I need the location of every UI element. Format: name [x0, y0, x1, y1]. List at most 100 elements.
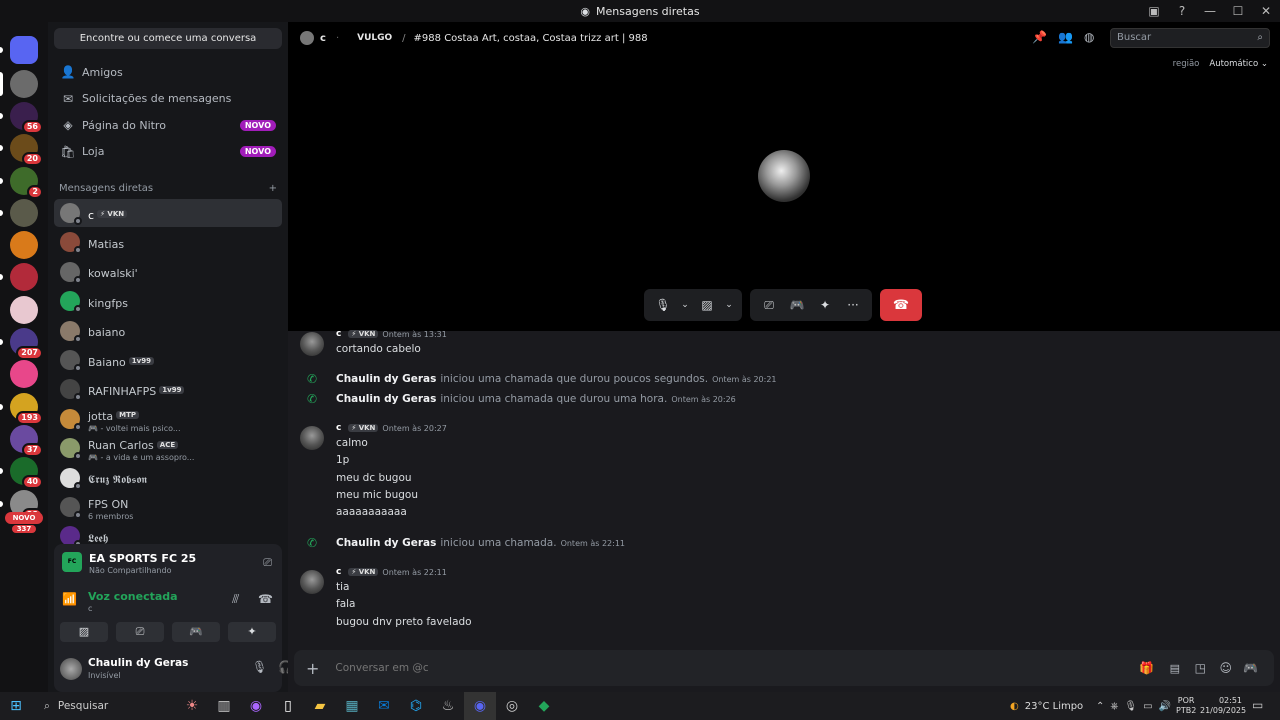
- server-icon[interactable]: 2: [10, 167, 43, 199]
- camera-off-icon[interactable]: ▨: [694, 292, 720, 318]
- steam-icon[interactable]: ♨: [432, 692, 464, 720]
- microphone-icon[interactable]: 🎙: [252, 660, 267, 674]
- soundboard-button[interactable]: ✦: [228, 622, 276, 642]
- discord-taskbar-icon[interactable]: ◉: [464, 692, 496, 720]
- dm-item[interactable]: Ruan Carlos ACE 🎮 - a vida e um assopro...: [54, 434, 282, 462]
- soundboard-icon[interactable]: ✦: [812, 292, 838, 318]
- dm-item[interactable]: c ⚡ VKN: [54, 199, 282, 227]
- server-icon[interactable]: [10, 70, 38, 98]
- search-input[interactable]: Buscar ⌕: [1110, 28, 1270, 48]
- add-attachment-icon[interactable]: +: [306, 659, 319, 678]
- more-icon[interactable]: ···: [840, 292, 866, 318]
- message-author[interactable]: c: [336, 567, 341, 577]
- pin-icon[interactable]: 📌: [1032, 30, 1047, 44]
- weather-widget[interactable]: ◐ 23°C Limpo: [1010, 692, 1083, 720]
- clock[interactable]: 02:51 21/09/2025: [1200, 696, 1246, 716]
- message-avatar[interactable]: [300, 570, 324, 594]
- find-conversation-button[interactable]: Encontre ou comece uma conversa: [54, 28, 282, 49]
- emoji-icon[interactable]: ☺: [1219, 661, 1232, 675]
- server-icon[interactable]: [10, 199, 38, 227]
- server-icon[interactable]: 193: [10, 393, 43, 425]
- browser-icon[interactable]: ◎: [496, 692, 528, 720]
- nav-item-message-requests[interactable]: ✉ Solicitações de mensagens: [54, 87, 282, 111]
- language-indicator[interactable]: POR PTB2: [1176, 696, 1196, 716]
- notifications-icon[interactable]: ▭: [1252, 698, 1263, 712]
- chevron-down-icon[interactable]: ⌄: [722, 292, 736, 318]
- windows-start-icon[interactable]: ⊞: [0, 692, 32, 720]
- server-icon[interactable]: 37: [10, 425, 43, 457]
- user-name[interactable]: Chaulin dy Geras: [88, 657, 188, 669]
- message-author[interactable]: c: [336, 423, 341, 433]
- volume-icon[interactable]: 🔊: [1159, 701, 1171, 712]
- new-servers-indicator[interactable]: NOVO 337: [5, 512, 43, 533]
- nav-item-nitro[interactable]: ◈ Página do Nitro NOVO: [54, 113, 282, 137]
- task-view-icon[interactable]: ▥: [208, 692, 240, 720]
- region-select[interactable]: Automático ⌄: [1209, 59, 1268, 69]
- noise-suppression-icon[interactable]: ⫻: [232, 592, 239, 607]
- call-author[interactable]: Chaulin dy Geras: [336, 537, 436, 549]
- dm-item[interactable]: FPS ON 6 membros: [54, 493, 282, 521]
- voice-connected[interactable]: Voz conectada: [88, 590, 178, 603]
- minimize-button[interactable]: —: [1196, 0, 1224, 22]
- close-button[interactable]: ✕: [1252, 0, 1280, 22]
- dm-item[interactable]: Matias: [54, 228, 282, 256]
- server-icon[interactable]: 56: [10, 102, 43, 134]
- dm-item[interactable]: kingfps: [54, 287, 282, 315]
- help-icon[interactable]: ?: [1168, 0, 1196, 22]
- apps-icon[interactable]: 🎮: [1243, 661, 1258, 675]
- server-icon[interactable]: [10, 360, 38, 388]
- call-participant-avatar[interactable]: [758, 150, 810, 202]
- maximize-button[interactable]: ☐: [1224, 0, 1252, 22]
- activity-icon[interactable]: 🎮: [784, 292, 810, 318]
- server-icon[interactable]: [10, 231, 38, 259]
- screen-share-button[interactable]: ⎚: [116, 622, 164, 642]
- sticker-icon[interactable]: ◳: [1195, 661, 1206, 675]
- vscode-icon[interactable]: ⌬: [400, 692, 432, 720]
- message-avatar[interactable]: [300, 332, 324, 356]
- hangup-button[interactable]: ☎: [880, 289, 922, 321]
- message-input[interactable]: [335, 662, 1096, 674]
- file-explorer-icon[interactable]: ▰: [304, 692, 336, 720]
- microphone-icon[interactable]: 🎙: [650, 292, 676, 318]
- call-author[interactable]: Chaulin dy Geras: [336, 373, 436, 385]
- server-icon[interactable]: [10, 296, 38, 324]
- dm-item[interactable]: jotta MTP 🎮 - voltei mais psico...: [54, 405, 282, 433]
- mic-tray-icon[interactable]: 🎙: [1124, 701, 1137, 712]
- profile-icon[interactable]: ◍: [1084, 30, 1094, 44]
- store-icon[interactable]: ▦: [336, 692, 368, 720]
- server-icon[interactable]: 40: [10, 457, 43, 489]
- taskbar-search[interactable]: ⌕ Pesquisar: [36, 695, 176, 717]
- dm-item[interactable]: baiano: [54, 317, 282, 345]
- dm-item[interactable]: Baiano 1v99: [54, 346, 282, 374]
- screen-share-icon[interactable]: ⎚: [756, 292, 782, 318]
- game-taskbar-icon[interactable]: ◆: [528, 692, 560, 720]
- camera-off-button[interactable]: ▨: [60, 622, 108, 642]
- activity-button[interactable]: 🎮: [172, 622, 220, 642]
- dm-item[interactable]: kowalski': [54, 258, 282, 286]
- message-avatar[interactable]: [300, 426, 324, 450]
- bluetooth-icon[interactable]: ⎈: [1110, 701, 1118, 712]
- widgets-icon[interactable]: ☀: [176, 692, 208, 720]
- nav-item-shop[interactable]: 🛍 Loja NOVO: [54, 140, 282, 164]
- outlook-icon[interactable]: ✉: [368, 692, 400, 720]
- gif-icon[interactable]: ▤: [1170, 662, 1180, 675]
- add-member-icon[interactable]: 👥: [1058, 30, 1073, 44]
- disconnect-icon[interactable]: ☎: [258, 592, 273, 606]
- nav-item-friends[interactable]: 👤 Amigos: [54, 60, 282, 84]
- gift-icon[interactable]: 🎁: [1139, 661, 1154, 675]
- network-icon[interactable]: ▭: [1143, 701, 1152, 712]
- inbox-icon[interactable]: ▣: [1140, 0, 1168, 22]
- chevron-up-icon[interactable]: ⌃: [1096, 701, 1104, 712]
- user-avatar[interactable]: [60, 658, 82, 680]
- notepad-icon[interactable]: ▯: [272, 692, 304, 720]
- dm-item[interactable]: RAFINHAFPS 1v99: [54, 375, 282, 403]
- call-author[interactable]: Chaulin dy Geras: [336, 393, 436, 405]
- server-icon[interactable]: [10, 36, 38, 64]
- add-dm-icon[interactable]: +: [269, 183, 277, 194]
- dm-item[interactable]: 𝕮𝖗𝖚𝖟 𝕽𝖔𝖇𝖘𝖔𝖓: [54, 464, 282, 492]
- share-screen-icon[interactable]: ⎚: [263, 556, 272, 570]
- server-icon[interactable]: 20: [10, 134, 43, 166]
- server-icon[interactable]: 207: [10, 328, 43, 360]
- chevron-down-icon[interactable]: ⌄: [678, 292, 692, 318]
- message-author[interactable]: c: [336, 329, 341, 339]
